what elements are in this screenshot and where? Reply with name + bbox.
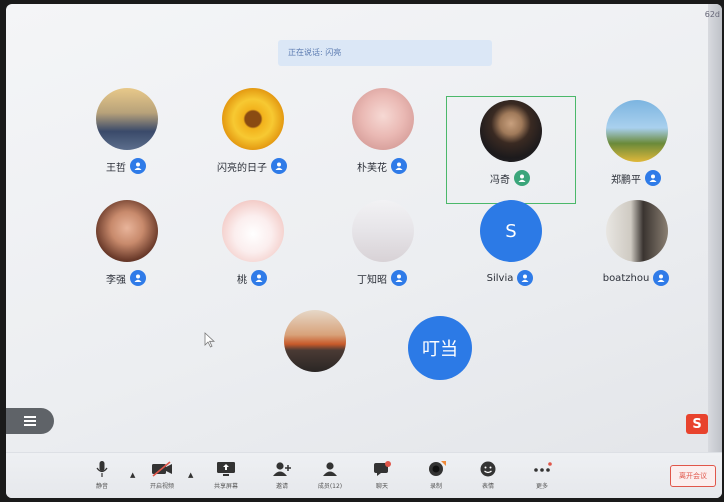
members-label: 成员(12) <box>317 483 343 490</box>
participant-tile[interactable]: S Silvia <box>460 200 560 296</box>
avatar <box>352 88 414 150</box>
chat-button[interactable]: 聊天 <box>362 459 402 495</box>
share-screen-button[interactable]: 共享屏幕 <box>206 459 246 495</box>
participant-tile[interactable]: 丁知昭 <box>332 200 432 296</box>
participant-name: 王哲 <box>106 162 126 174</box>
avatar <box>480 100 542 162</box>
meeting-toolbar: 静音 ▲ 开启视频 ▲ 共享屏幕 邀请 成员(12) 聊天 录制 表情 更多 离… <box>6 452 722 498</box>
members-icon <box>319 459 341 479</box>
avatar: S <box>480 200 542 262</box>
chat-label: 聊天 <box>375 483 388 490</box>
meeting-window: 62d 正在说话: 闪亮 王哲 闪亮的日子 朴芙花 冯奇 郑鹏平 李强 桃 丁知… <box>6 4 722 498</box>
participant-tile[interactable]: 李强 <box>76 200 176 296</box>
user-badge-icon <box>251 270 267 286</box>
participant-tile[interactable]: 王哲 <box>76 88 176 184</box>
participant-tile[interactable]: 闪亮的日子 <box>202 88 302 184</box>
corner-indicator: 62d <box>704 10 720 19</box>
leave-meeting-button[interactable]: 离开会议 <box>670 465 716 487</box>
participant-name: 李强 <box>106 274 126 286</box>
window-edge <box>708 4 722 498</box>
record-button[interactable]: 录制 <box>416 459 456 495</box>
add-user-icon <box>271 459 293 479</box>
avatar <box>96 88 158 150</box>
participant-name: 冯奇 <box>490 174 510 186</box>
share-label: 共享屏幕 <box>213 483 238 490</box>
camera-off-icon <box>151 459 173 479</box>
video-label: 开启视频 <box>149 483 174 490</box>
user-badge-icon <box>517 270 534 286</box>
avatar <box>96 200 158 262</box>
participant-name: 闪亮的日子 <box>217 162 267 174</box>
avatar <box>222 88 284 150</box>
user-badge-icon <box>130 270 146 286</box>
menu-icon <box>24 414 36 428</box>
participant-tile[interactable]: 朴芙花 <box>332 88 432 184</box>
mouse-cursor-icon <box>204 332 216 348</box>
user-badge-icon <box>645 170 661 186</box>
participant-name: 桃 <box>237 274 247 286</box>
participant-tile[interactable]: 冯奇 <box>460 100 560 196</box>
user-badge-icon <box>130 158 146 174</box>
avatar <box>352 200 414 262</box>
more-label: 更多 <box>535 483 548 490</box>
chat-icon <box>371 459 393 479</box>
members-button[interactable]: 成员(12) <box>310 459 350 495</box>
participant-name: 丁知昭 <box>357 274 387 286</box>
side-panel-toggle[interactable] <box>6 408 54 434</box>
user-badge-icon <box>271 158 287 174</box>
mic-options-caret-icon[interactable]: ▲ <box>130 471 135 479</box>
s-logo-icon: S <box>686 414 708 434</box>
emoji-button[interactable]: 表情 <box>468 459 508 495</box>
more-icon <box>531 459 553 479</box>
emoji-icon <box>477 459 499 479</box>
video-options-caret-icon[interactable]: ▲ <box>188 471 193 479</box>
avatar <box>222 200 284 262</box>
user-badge-icon <box>514 170 530 186</box>
invite-button[interactable]: 邀请 <box>262 459 302 495</box>
emoji-label: 表情 <box>481 483 494 490</box>
user-badge-icon <box>391 270 407 286</box>
participant-name: Silvia <box>486 272 514 284</box>
speaking-indicator: 正在说话: 闪亮 <box>278 40 492 66</box>
mic-label: 静音 <box>95 483 108 490</box>
video-button[interactable]: 开启视频 <box>142 459 182 495</box>
participant-name: 朴芙花 <box>357 162 387 174</box>
share-screen-icon <box>215 459 237 479</box>
participant-tile[interactable]: 郑鹏平 <box>586 100 686 196</box>
more-button[interactable]: 更多 <box>522 459 562 495</box>
user-badge-icon <box>391 158 407 174</box>
mic-button[interactable]: 静音 <box>82 459 122 495</box>
avatar-sunset[interactable] <box>284 310 346 372</box>
invite-label: 邀请 <box>275 483 288 490</box>
participant-name: boatzhou <box>602 272 650 284</box>
participant-tile[interactable]: boatzhou <box>586 200 686 296</box>
avatar-dingdang[interactable]: 叮当 <box>408 316 472 380</box>
record-label: 录制 <box>429 483 442 490</box>
participant-name: 郑鹏平 <box>611 174 641 186</box>
user-badge-icon <box>653 270 670 286</box>
record-icon <box>425 459 447 479</box>
avatar <box>606 200 668 262</box>
microphone-icon <box>91 459 113 479</box>
participant-tile[interactable]: 桃 <box>202 200 302 296</box>
avatar <box>606 100 668 162</box>
